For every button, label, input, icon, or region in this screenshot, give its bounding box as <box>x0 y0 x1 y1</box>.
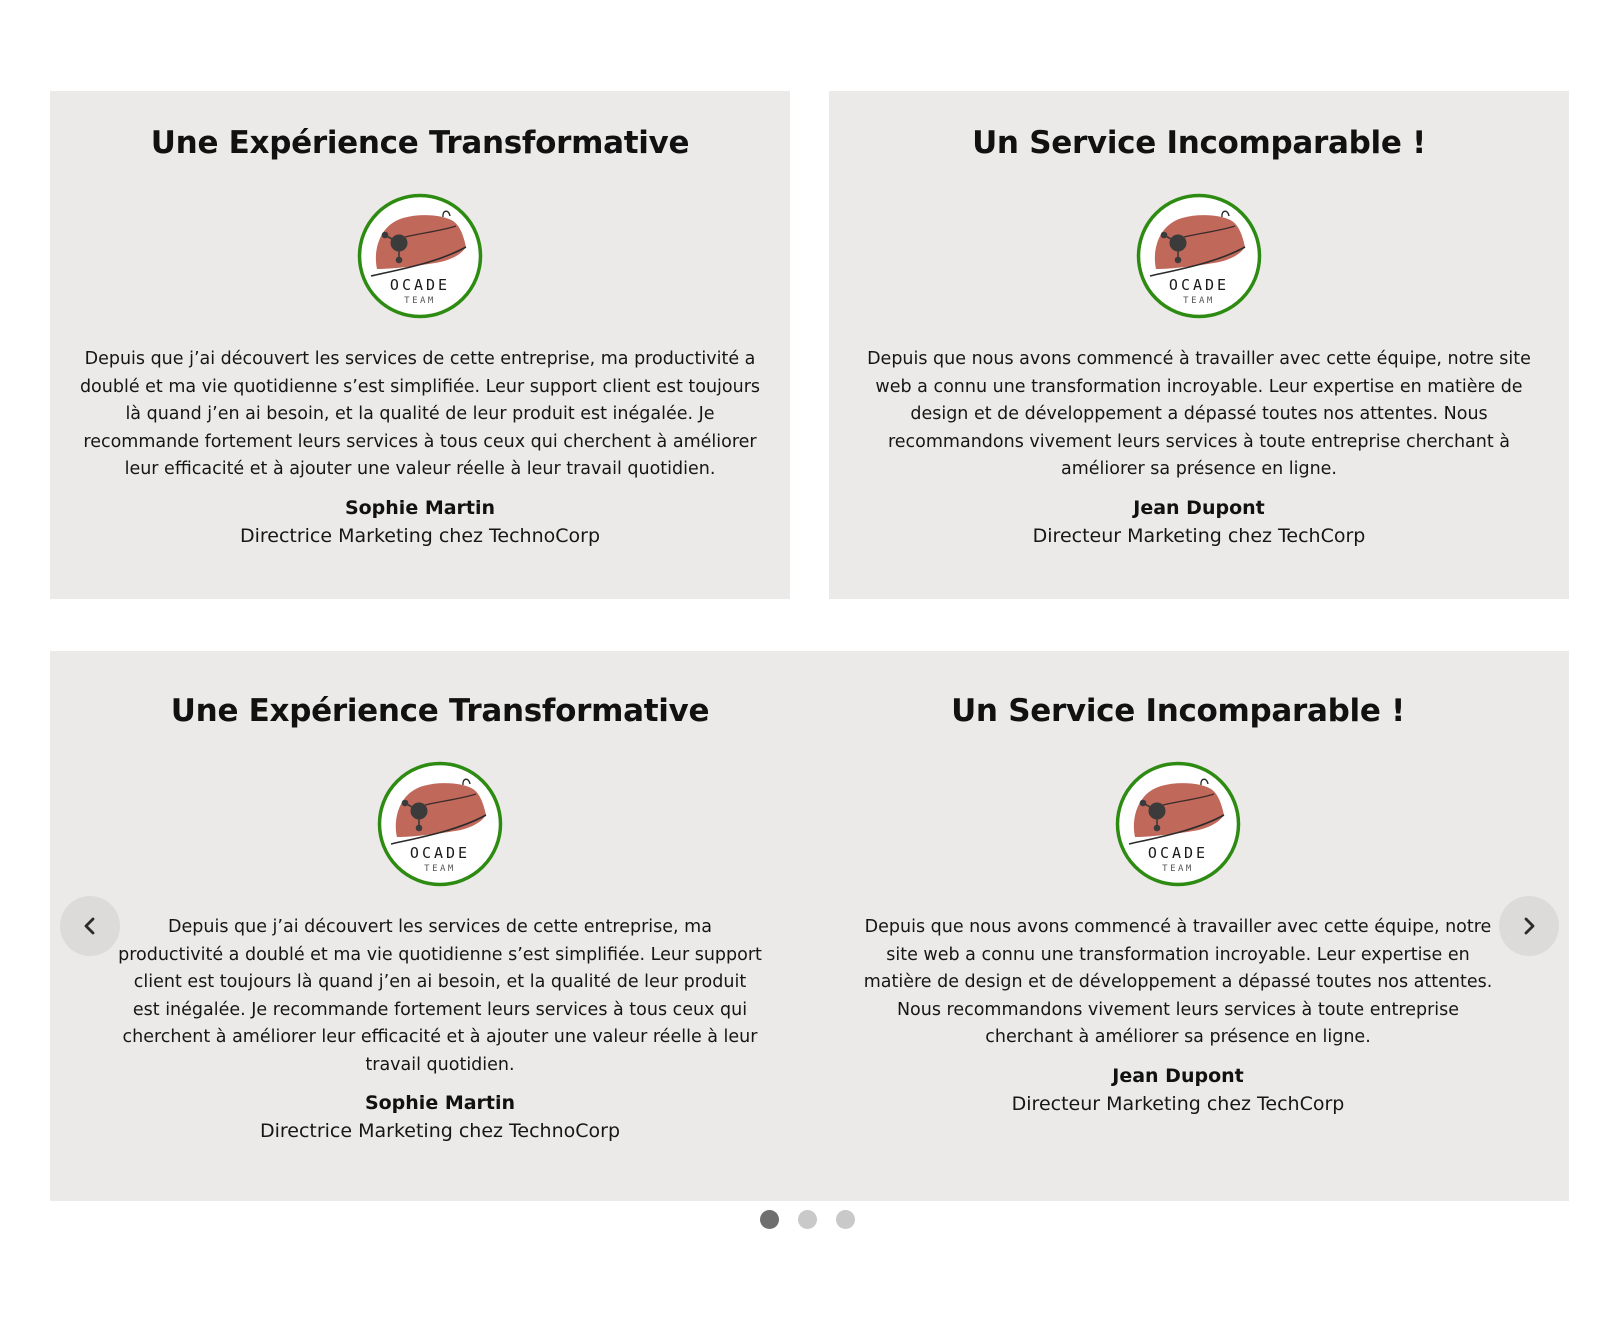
carousel-slide-2: Un Service Incomparable ! OCADE TEAM Dep… <box>856 651 1500 1118</box>
testimonial-role: Directeur Marketing chez TechCorp <box>1011 1092 1345 1115</box>
testimonial-quote: Depuis que nous avons commencé à travail… <box>867 349 1531 479</box>
carousel-dot-1[interactable] <box>760 1210 779 1229</box>
testimonial-quote: Depuis que nous avons commencé à travail… <box>863 917 1493 1047</box>
chevron-left-icon <box>84 917 95 935</box>
logo-wordmark: OCADE <box>1148 844 1208 862</box>
testimonial-role: Directrice Marketing chez TechnoCorp <box>239 524 601 547</box>
carousel-prev-button[interactable] <box>60 896 120 956</box>
card-title: Un Service Incomparable ! <box>951 693 1405 729</box>
logo-wordmark: OCADE <box>390 276 450 294</box>
testimonial-quote: Depuis que j’ai découvert les services d… <box>79 349 761 479</box>
chevron-right-icon <box>1524 917 1535 935</box>
logo-wordmark: OCADE <box>410 844 470 862</box>
testimonial-author: Sophie Martin <box>344 496 496 519</box>
logo-subtext: TEAM <box>404 296 436 306</box>
carousel-next-button[interactable] <box>1499 896 1559 956</box>
ocade-team-logo: OCADE TEAM <box>357 193 483 319</box>
testimonial-card-1: Une Expérience Transformative OCADE TEAM… <box>50 91 790 599</box>
carousel-slide-1: Une Expérience Transformative OCADE TEAM… <box>118 651 762 1145</box>
card-title: Une Expérience Transformative <box>170 693 710 729</box>
carousel-pagination <box>760 1210 880 1232</box>
testimonial-card-2: Un Service Incomparable ! OCADE TEAM Dep… <box>829 91 1569 599</box>
logo-wordmark: OCADE <box>1169 276 1229 294</box>
carousel-dot-3[interactable] <box>836 1210 855 1229</box>
ocade-team-logo: OCADE TEAM <box>1136 193 1262 319</box>
card-title: Une Expérience Transformative <box>150 125 690 161</box>
testimonial-author: Jean Dupont <box>1133 496 1265 519</box>
card-title: Un Service Incomparable ! <box>972 125 1426 161</box>
ocade-team-logo: OCADE TEAM <box>377 761 503 887</box>
logo-subtext: TEAM <box>424 864 456 874</box>
testimonial-author: Jean Dupont <box>1112 1064 1244 1087</box>
ocade-team-logo: OCADE TEAM <box>1115 761 1241 887</box>
carousel-dot-2[interactable] <box>798 1210 817 1229</box>
testimonial-role: Directrice Marketing chez TechnoCorp <box>259 1120 621 1142</box>
testimonial-role: Directeur Marketing chez TechCorp <box>1032 524 1366 547</box>
testimonial-quote: Depuis que j’ai découvert les services d… <box>118 917 762 1075</box>
logo-subtext: TEAM <box>1183 296 1215 306</box>
logo-subtext: TEAM <box>1162 864 1194 874</box>
testimonial-carousel: Une Expérience Transformative OCADE TEAM… <box>50 651 1569 1201</box>
testimonial-author: Sophie Martin <box>364 1092 516 1114</box>
